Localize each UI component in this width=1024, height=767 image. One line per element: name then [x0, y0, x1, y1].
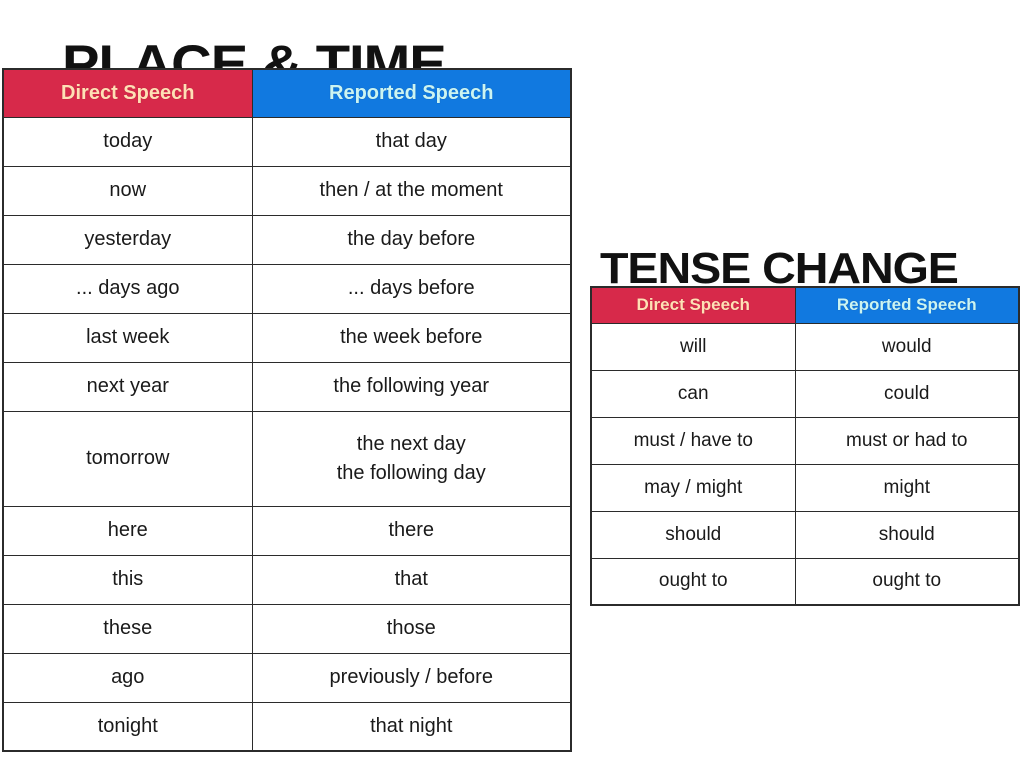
tense-change-direct-cell: ought to — [590, 557, 796, 606]
place-time-direct-cell: ... days ago — [2, 263, 253, 314]
table-row: will would — [590, 322, 1020, 371]
place-time-direct-cell: these — [2, 603, 253, 654]
place-time-reported-line-2: the following day — [336, 461, 486, 484]
place-time-reported-cell: that night — [251, 701, 572, 752]
place-time-reported-cell: that — [251, 554, 572, 605]
place-time-direct-cell: here — [2, 505, 253, 556]
place-time-direct-cell: now — [2, 165, 253, 216]
place-time-direct-cell: next year — [2, 361, 253, 412]
place-time-reported-cell: that day — [251, 116, 572, 167]
tense-change-reported-cell: could — [794, 369, 1020, 418]
place-time-reported-cell: the next day the following day — [251, 410, 572, 507]
table-row: next year the following year — [2, 361, 572, 412]
place-time-table: Direct Speech Reported Speech today that… — [2, 68, 572, 752]
table-row: should should — [590, 510, 1020, 559]
table-row: today that day — [2, 116, 572, 167]
place-time-header-direct-speech: Direct Speech — [2, 69, 253, 118]
place-time-direct-cell: yesterday — [2, 214, 253, 265]
place-time-direct-cell: this — [2, 554, 253, 605]
table-row: can could — [590, 369, 1020, 418]
tense-change-table: Direct Speech Reported Speech will would… — [590, 286, 1020, 606]
place-time-reported-cell: the following year — [251, 361, 572, 412]
table-row: tomorrow the next day the following day — [2, 410, 572, 507]
place-time-reported-cell: those — [251, 603, 572, 654]
place-time-reported-line-1: the next day — [356, 432, 466, 455]
tense-change-direct-cell: may / might — [590, 463, 796, 512]
table-row: ago previously / before — [2, 652, 572, 703]
table-row: tonight that night — [2, 701, 572, 752]
place-time-direct-cell: tomorrow — [2, 410, 253, 507]
table-row: now then / at the moment — [2, 165, 572, 216]
tense-change-reported-cell: should — [794, 510, 1020, 559]
place-time-reported-cell: there — [251, 505, 572, 556]
place-time-reported-cell: the week before — [251, 312, 572, 363]
tense-change-direct-cell: can — [590, 369, 796, 418]
tense-change-reported-cell: might — [794, 463, 1020, 512]
place-time-header-row: Direct Speech Reported Speech — [2, 69, 572, 118]
tense-change-header-reported-speech: Reported Speech — [794, 287, 1020, 324]
table-row: ought to ought to — [590, 557, 1020, 606]
tense-change-header-direct-speech: Direct Speech — [590, 287, 796, 324]
place-time-direct-cell: ago — [2, 652, 253, 703]
place-time-reported-cell: then / at the moment — [251, 165, 572, 216]
tense-change-reported-cell: must or had to — [794, 416, 1020, 465]
place-time-reported-cell: ... days before — [251, 263, 572, 314]
table-row: must / have to must or had to — [590, 416, 1020, 465]
table-row: this that — [2, 554, 572, 605]
table-row: last week the week before — [2, 312, 572, 363]
tense-change-reported-cell: would — [794, 322, 1020, 371]
tense-change-header-row: Direct Speech Reported Speech — [590, 287, 1020, 324]
tense-change-reported-cell: ought to — [794, 557, 1020, 606]
place-time-direct-cell: last week — [2, 312, 253, 363]
place-time-reported-cell: previously / before — [251, 652, 572, 703]
place-time-direct-cell: today — [2, 116, 253, 167]
place-time-header-reported-speech: Reported Speech — [251, 69, 572, 118]
tense-change-title: TENSE CHANGE — [600, 244, 959, 294]
table-row: yesterday the day before — [2, 214, 572, 265]
table-row: these those — [2, 603, 572, 654]
tense-change-direct-cell: will — [590, 322, 796, 371]
table-row: ... days ago ... days before — [2, 263, 572, 314]
table-row: may / might might — [590, 463, 1020, 512]
place-time-direct-cell: tonight — [2, 701, 253, 752]
table-row: here there — [2, 505, 572, 556]
place-time-reported-cell: the day before — [251, 214, 572, 265]
tense-change-direct-cell: should — [590, 510, 796, 559]
tense-change-direct-cell: must / have to — [590, 416, 796, 465]
